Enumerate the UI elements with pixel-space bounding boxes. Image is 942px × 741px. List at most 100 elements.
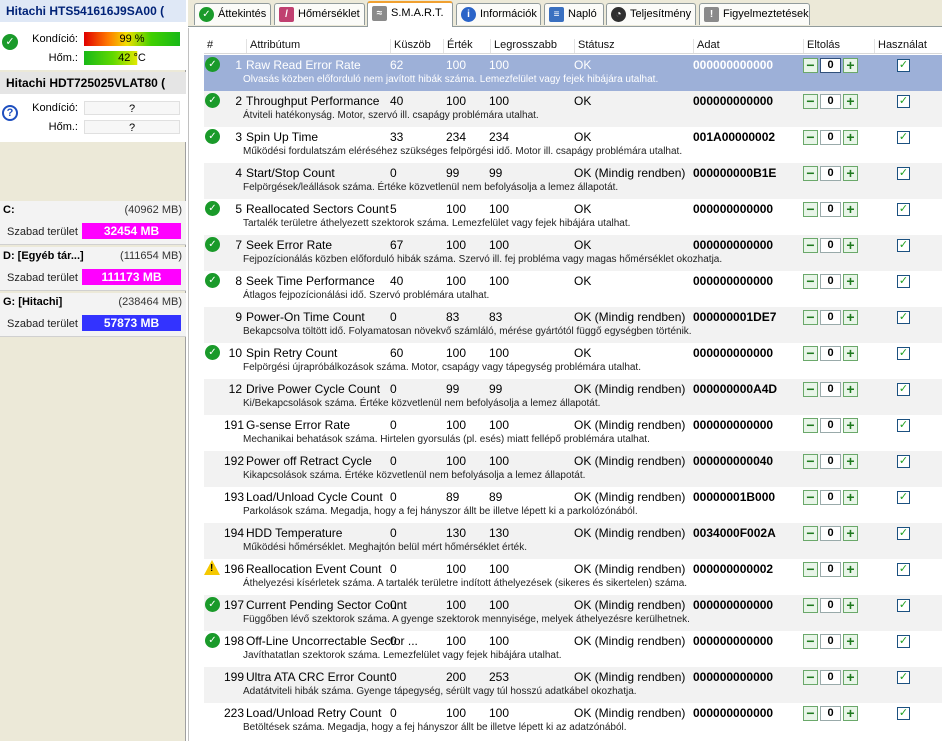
- offset-stepper[interactable]: −0 +: [803, 274, 860, 289]
- use-checkbox[interactable]: ✓: [897, 419, 910, 432]
- tab-overview[interactable]: ✓ Áttekintés: [194, 3, 271, 25]
- offset-input[interactable]: 0: [820, 706, 841, 721]
- col-offset-header[interactable]: Eltolás: [803, 39, 840, 53]
- offset-stepper[interactable]: −0 +: [803, 598, 860, 613]
- use-checkbox[interactable]: ✓: [897, 203, 910, 216]
- use-checkbox[interactable]: ✓: [897, 635, 910, 648]
- offset-input[interactable]: 0: [820, 58, 841, 73]
- use-checkbox[interactable]: ✓: [897, 491, 910, 504]
- tab-information[interactable]: i Információk: [456, 3, 541, 25]
- table-row[interactable]: 192 Power off Retract Cycle 0 100 100 OK (Min…: [204, 451, 942, 487]
- plus-button[interactable]: +: [843, 130, 858, 145]
- minus-button[interactable]: −: [803, 454, 818, 469]
- offset-stepper[interactable]: −0 +: [803, 418, 860, 433]
- offset-stepper[interactable]: −0 +: [803, 130, 860, 145]
- table-row[interactable]: ✓ 10 Spin Retry Count 60 100 100 OK 00000000000…: [204, 343, 942, 379]
- plus-button[interactable]: +: [843, 526, 858, 541]
- use-checkbox[interactable]: ✓: [897, 275, 910, 288]
- col-threshold-header[interactable]: Küszöb: [390, 39, 431, 53]
- col-num-header[interactable]: #: [204, 39, 213, 53]
- col-use-header[interactable]: Használat: [874, 39, 927, 53]
- partition-g[interactable]: G: [Hitachi] (238464 MB) Szabad terület …: [0, 293, 186, 337]
- minus-button[interactable]: −: [803, 130, 818, 145]
- use-checkbox[interactable]: ✓: [897, 455, 910, 468]
- minus-button[interactable]: −: [803, 274, 818, 289]
- offset-input[interactable]: 0: [820, 634, 841, 649]
- tab-warnings[interactable]: ! Figyelmeztetések: [699, 3, 810, 25]
- col-status-header[interactable]: Státusz: [574, 39, 615, 53]
- offset-input[interactable]: 0: [820, 94, 841, 109]
- table-row[interactable]: 194 HDD Temperature 0 130 130 OK (Mindig rend…: [204, 523, 942, 559]
- offset-stepper[interactable]: −0 +: [803, 58, 860, 73]
- offset-input[interactable]: 0: [820, 310, 841, 325]
- disk-item-2[interactable]: Hitachi HDT725025VLAT80 ( ? Kondíció: ? …: [0, 72, 186, 142]
- plus-button[interactable]: +: [843, 634, 858, 649]
- use-checkbox[interactable]: ✓: [897, 347, 910, 360]
- offset-input[interactable]: 0: [820, 454, 841, 469]
- plus-button[interactable]: +: [843, 166, 858, 181]
- tab-log[interactable]: ≡ Napló: [544, 3, 604, 25]
- plus-button[interactable]: +: [843, 418, 858, 433]
- col-value-header[interactable]: Érték: [443, 39, 473, 53]
- use-checkbox[interactable]: ✓: [897, 311, 910, 324]
- minus-button[interactable]: −: [803, 382, 818, 397]
- offset-stepper[interactable]: −0 +: [803, 562, 860, 577]
- offset-input[interactable]: 0: [820, 166, 841, 181]
- use-checkbox[interactable]: ✓: [897, 383, 910, 396]
- table-row[interactable]: ✓ 2 Throughput Performance 40 100 100 OK 000000…: [204, 91, 942, 127]
- col-attr-header[interactable]: Attribútum: [246, 39, 300, 53]
- minus-button[interactable]: −: [803, 634, 818, 649]
- minus-button[interactable]: −: [803, 490, 818, 505]
- plus-button[interactable]: +: [843, 454, 858, 469]
- minus-button[interactable]: −: [803, 562, 818, 577]
- plus-button[interactable]: +: [843, 94, 858, 109]
- table-row[interactable]: 12 Drive Power Cycle Count 0 99 99 OK (Mindig…: [204, 379, 942, 415]
- use-checkbox[interactable]: ✓: [897, 527, 910, 540]
- partition-c[interactable]: C: (40962 MB) Szabad terület 32454 MB: [0, 201, 186, 245]
- plus-button[interactable]: +: [843, 202, 858, 217]
- offset-input[interactable]: 0: [820, 202, 841, 217]
- col-data-header[interactable]: Adat: [693, 39, 720, 53]
- col-worst-header[interactable]: Legrosszabb: [490, 39, 557, 53]
- use-checkbox[interactable]: ✓: [897, 167, 910, 180]
- table-row[interactable]: ! 196 Reallocation Event Count 0 100 100 OK (M…: [204, 559, 942, 595]
- offset-stepper[interactable]: −0 +: [803, 310, 860, 325]
- table-row[interactable]: ✓ 5 Reallocated Sectors Count 5 100 100 OK 0000…: [204, 199, 942, 235]
- minus-button[interactable]: −: [803, 310, 818, 325]
- offset-stepper[interactable]: −0 +: [803, 238, 860, 253]
- plus-button[interactable]: +: [843, 598, 858, 613]
- use-checkbox[interactable]: ✓: [897, 563, 910, 576]
- partition-d[interactable]: D: [Egyéb tár...] (111654 MB) Szabad ter…: [0, 247, 186, 291]
- offset-input[interactable]: 0: [820, 130, 841, 145]
- offset-input[interactable]: 0: [820, 274, 841, 289]
- minus-button[interactable]: −: [803, 238, 818, 253]
- offset-stepper[interactable]: −0 +: [803, 346, 860, 361]
- offset-input[interactable]: 0: [820, 562, 841, 577]
- use-checkbox[interactable]: ✓: [897, 671, 910, 684]
- minus-button[interactable]: −: [803, 418, 818, 433]
- table-row[interactable]: 223 Load/Unload Retry Count 0 100 100 OK (Min…: [204, 703, 942, 739]
- minus-button[interactable]: −: [803, 598, 818, 613]
- plus-button[interactable]: +: [843, 346, 858, 361]
- table-row[interactable]: ✓ 198 Off-Line Uncorrectable Sector ... 0 10…: [204, 631, 942, 667]
- use-checkbox[interactable]: ✓: [897, 599, 910, 612]
- table-row[interactable]: 9 Power-On Time Count 0 83 83 OK (Mindig rend…: [204, 307, 942, 343]
- offset-stepper[interactable]: −0 +: [803, 454, 860, 469]
- table-row[interactable]: ✓ 7 Seek Error Rate 67 100 100 OK 000000000000 −…: [204, 235, 942, 271]
- table-row[interactable]: 191 G-sense Error Rate 0 100 100 OK (Mindig r…: [204, 415, 942, 451]
- offset-stepper[interactable]: −0 +: [803, 670, 860, 685]
- plus-button[interactable]: +: [843, 490, 858, 505]
- offset-stepper[interactable]: −0 +: [803, 634, 860, 649]
- tab-performance[interactable]: ◔ Teljesítmény: [606, 3, 696, 25]
- plus-button[interactable]: +: [843, 706, 858, 721]
- plus-button[interactable]: +: [843, 238, 858, 253]
- offset-input[interactable]: 0: [820, 238, 841, 253]
- offset-stepper[interactable]: −0 +: [803, 382, 860, 397]
- table-row[interactable]: ✓ 8 Seek Time Performance 40 100 100 OK 0000000…: [204, 271, 942, 307]
- offset-input[interactable]: 0: [820, 490, 841, 505]
- offset-stepper[interactable]: −0 +: [803, 526, 860, 541]
- tab-temperature[interactable]: / Hőmérséklet: [274, 3, 365, 25]
- use-checkbox[interactable]: ✓: [897, 131, 910, 144]
- plus-button[interactable]: +: [843, 274, 858, 289]
- offset-stepper[interactable]: −0 +: [803, 166, 860, 181]
